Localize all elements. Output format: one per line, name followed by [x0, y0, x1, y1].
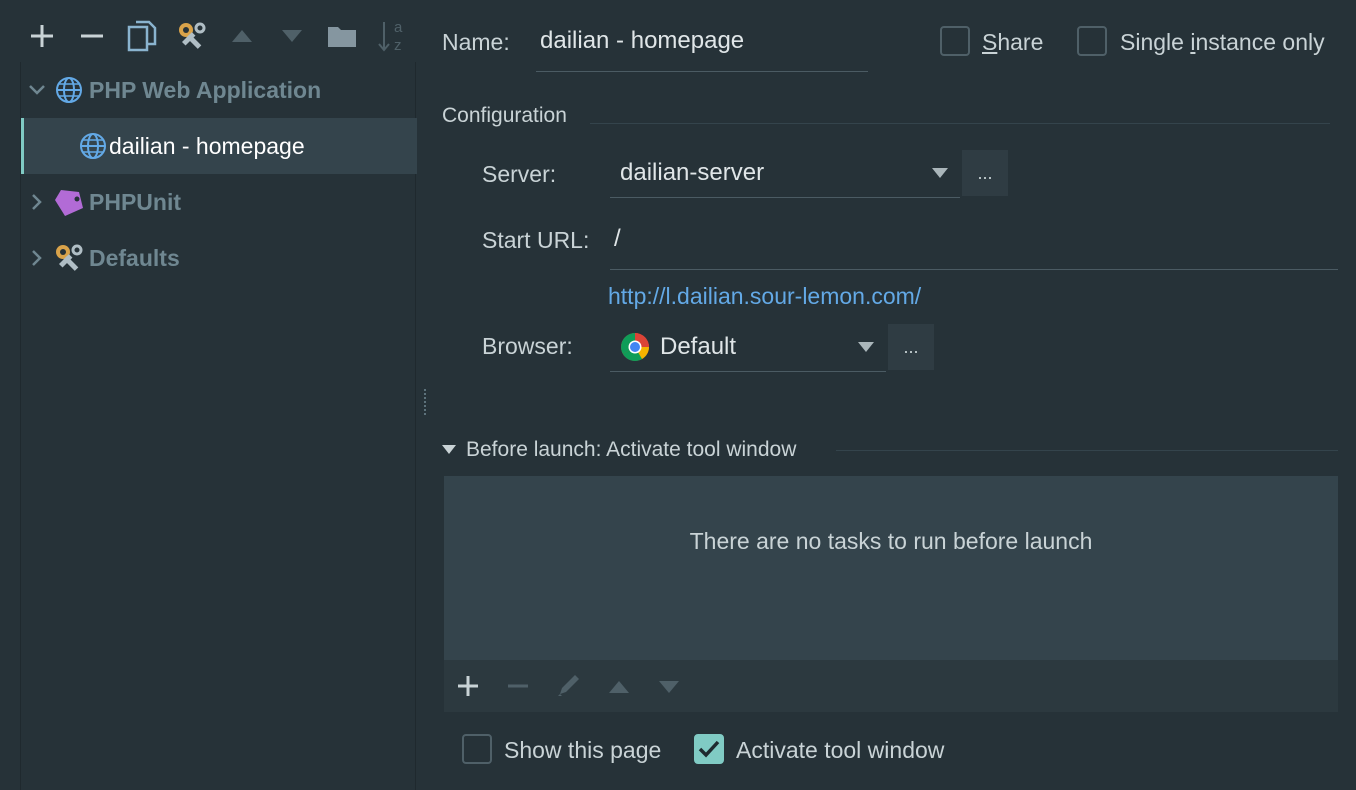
browser-more-button[interactable]: ... [888, 324, 934, 370]
empty-tasks-message: There are no tasks to run before launch [689, 528, 1093, 554]
name-field[interactable]: dailian - homepage [536, 20, 868, 72]
copy-icon[interactable] [124, 18, 160, 54]
minus-icon[interactable] [74, 18, 110, 54]
tree-group-php-web[interactable]: PHP Web Application [21, 62, 417, 118]
tree-group-label: Defaults [89, 244, 180, 271]
server-select-value: dailian-server [620, 159, 765, 186]
tree-group-label: PHP Web Application [89, 76, 322, 103]
chevron-right-icon[interactable] [23, 250, 51, 266]
chrome-icon [621, 333, 649, 361]
name-label: Name: [442, 29, 510, 55]
edit-icon[interactable] [556, 672, 582, 703]
plus-icon[interactable] [458, 676, 478, 701]
share-mnemonic: S [982, 29, 998, 55]
chevron-down-icon [932, 168, 948, 178]
sort-letter-a: a [394, 19, 403, 36]
start-url-field[interactable]: / [610, 216, 1338, 270]
config-toolbar: a z [0, 8, 418, 60]
single-label-rest: nstance only [1195, 29, 1325, 55]
name-field-value: dailian - homepage [540, 27, 745, 54]
show-page-checkbox[interactable] [462, 734, 492, 764]
plus-icon[interactable] [24, 18, 60, 54]
sort-letter-z: z [394, 37, 402, 53]
splitter-handle[interactable] [422, 388, 428, 416]
share-checkbox[interactable] [940, 26, 970, 56]
single-instance-label[interactable]: Single instance only [1120, 29, 1325, 56]
before-launch-task-list[interactable]: There are no tasks to run before launch [444, 476, 1338, 660]
tasks-toolbar [444, 660, 1338, 712]
share-label-rest: hare [997, 29, 1044, 55]
single-label-prefix: Single [1120, 29, 1191, 55]
globe-icon [55, 76, 83, 104]
server-select[interactable]: dailian-server [610, 150, 960, 198]
browser-label: Browser: [482, 333, 573, 359]
browser-select[interactable]: Default [610, 324, 886, 372]
wrench-icon [53, 242, 85, 274]
server-label: Server: [482, 161, 557, 187]
sort-az-icon[interactable]: a z [374, 18, 410, 54]
start-url-link[interactable]: http://l.dailian.sour-lemon.com/ [608, 283, 921, 310]
move-up-icon[interactable] [224, 18, 260, 54]
tree-item-label: dailian - homepage [109, 132, 305, 159]
activate-tool-window-label[interactable]: Activate tool window [736, 737, 944, 764]
wrench-icon[interactable] [174, 18, 210, 54]
show-page-label[interactable]: Show this page [504, 737, 661, 764]
move-down-icon[interactable] [274, 18, 310, 54]
single-instance-checkbox[interactable] [1077, 26, 1107, 56]
collapse-triangle-icon[interactable] [442, 445, 456, 455]
share-label[interactable]: Share [982, 29, 1043, 56]
minus-icon[interactable] [508, 676, 528, 701]
move-down-icon[interactable] [658, 680, 680, 699]
config-tree: PHP Web Application dailian - homepage P… [20, 62, 417, 790]
phpunit-icon [53, 186, 85, 218]
left-panel: a z PHP Web Application dailian - homepa… [0, 0, 418, 790]
before-launch-heading: Before launch: Activate tool window [466, 438, 797, 461]
tree-item-dailian-homepage[interactable]: dailian - homepage [21, 118, 417, 174]
configuration-heading: Configuration [442, 104, 567, 127]
globe-icon [79, 132, 107, 160]
start-url-label: Start URL: [482, 227, 590, 253]
server-more-button[interactable]: ... [962, 150, 1008, 196]
move-up-icon[interactable] [608, 680, 630, 699]
tree-group-label: PHPUnit [89, 188, 181, 215]
chevron-down-icon [858, 342, 874, 352]
chevron-right-icon[interactable] [23, 194, 51, 210]
checkmark-icon [698, 740, 720, 758]
configuration-divider [590, 123, 1330, 124]
activate-tool-window-checkbox[interactable] [694, 734, 724, 764]
tree-group-defaults[interactable]: Defaults [21, 230, 417, 286]
start-url-value: / [614, 225, 621, 252]
folder-icon[interactable] [324, 18, 360, 54]
tree-group-phpunit[interactable]: PHPUnit [21, 174, 417, 230]
chevron-down-icon[interactable] [23, 85, 51, 95]
before-launch-divider [836, 450, 1338, 451]
browser-select-value: Default [660, 333, 737, 360]
config-form: Name: dailian - homepage Share Single in… [430, 0, 1356, 790]
